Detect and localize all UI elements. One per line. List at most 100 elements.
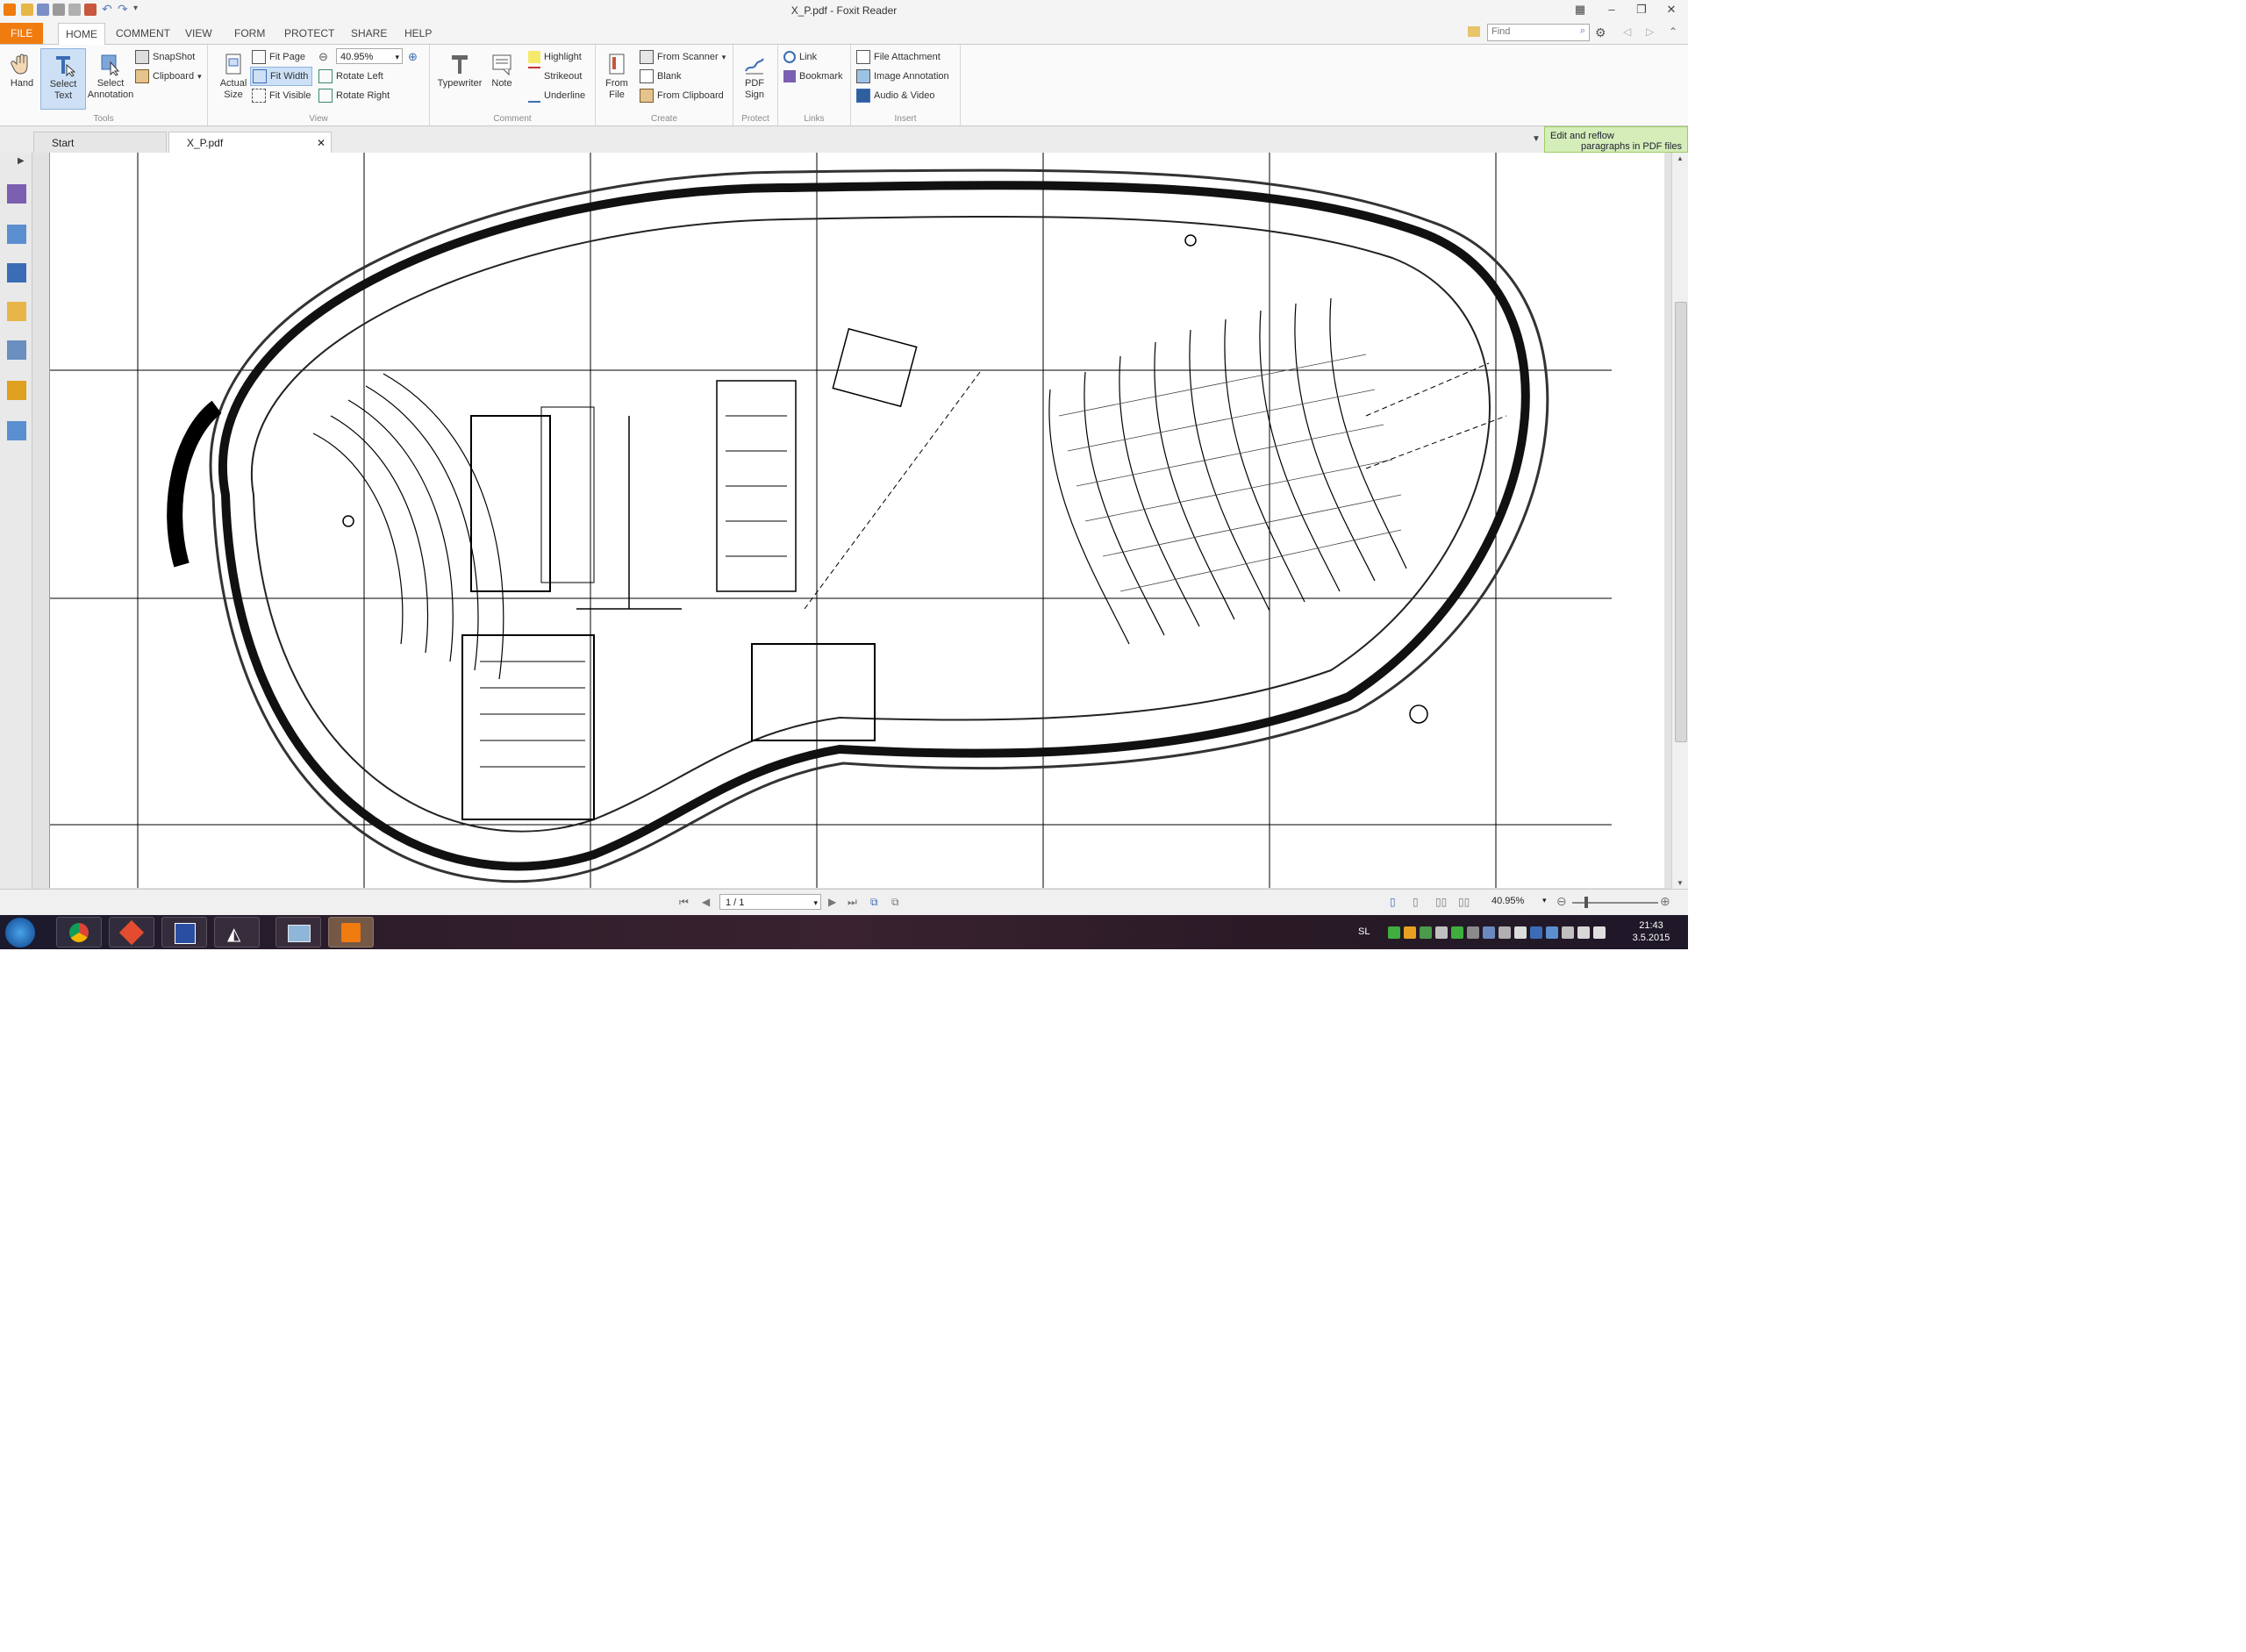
signature-icon[interactable] [7, 421, 26, 440]
status-zoom-value[interactable]: 40.95% [1491, 896, 1524, 906]
collapse-ribbon-icon[interactable]: ⌃ [1669, 25, 1677, 38]
attachments-icon[interactable] [7, 340, 26, 360]
tray-icon-8[interactable] [1499, 926, 1511, 939]
continuous-page-icon[interactable]: ▯ [1413, 896, 1419, 908]
previous-page-icon[interactable]: ◀ [702, 896, 710, 908]
taskbar-git[interactable] [109, 917, 154, 948]
actual-size-button[interactable]: Actual Size [211, 48, 255, 108]
clipboard-button[interactable]: Clipboard ▾ [135, 68, 202, 85]
layout-icon[interactable]: ▦ [1570, 3, 1590, 17]
back-arrow-icon[interactable]: ◁ [1623, 25, 1631, 38]
network-icon[interactable] [1577, 926, 1590, 939]
tray-icon-9[interactable] [1514, 926, 1527, 939]
scroll-thumb[interactable] [1675, 302, 1687, 742]
tray-icon-7[interactable] [1483, 926, 1495, 939]
document-view[interactable] [32, 153, 1671, 889]
note-button[interactable]: Note [484, 48, 519, 108]
tray-icon-12[interactable] [1562, 926, 1574, 939]
vertical-scrollbar[interactable]: ▲ ▼ [1671, 153, 1688, 889]
highlight-button[interactable]: Highlight [528, 48, 582, 66]
tab-protect[interactable]: PROTECT [277, 25, 341, 42]
fit-width-button[interactable]: Fit Width [250, 67, 313, 86]
scroll-up-icon[interactable]: ▲ [1677, 154, 1684, 162]
zoom-in-icon[interactable]: ⊕ [408, 50, 418, 64]
page-number-input[interactable]: 1 / 1 ▾ [719, 894, 821, 910]
pages-icon[interactable] [7, 225, 26, 244]
zoom-in-icon[interactable]: ⊕ [1660, 894, 1670, 909]
taskbar-app[interactable] [161, 917, 207, 948]
tab-start[interactable]: Start [33, 132, 167, 153]
expand-panel-icon[interactable]: ▶ [18, 156, 25, 166]
promo-banner[interactable]: Edit and reflow paragraphs in PDF files [1544, 126, 1688, 153]
forward-arrow-icon[interactable]: ▷ [1646, 25, 1654, 38]
close-button[interactable]: ✕ [1662, 3, 1681, 17]
minimize-button[interactable]: – [1602, 3, 1621, 17]
fit-page-button[interactable]: Fit Page [252, 48, 305, 66]
layers-icon[interactable] [7, 263, 26, 282]
tab-view[interactable]: VIEW [178, 25, 219, 42]
tray-icon-6[interactable] [1467, 926, 1479, 939]
restore-button[interactable]: ❐ [1632, 3, 1651, 17]
rotate-right-button[interactable]: Rotate Right [318, 87, 390, 104]
scroll-down-icon[interactable]: ▼ [1677, 879, 1684, 887]
bookmark-button[interactable]: Bookmark [783, 68, 843, 85]
tab-document[interactable]: X_P.pdf ✕ [168, 132, 332, 153]
facing-page-icon[interactable]: ▯▯ [1435, 896, 1447, 908]
tray-icon-3[interactable] [1420, 926, 1432, 939]
strikeout-button[interactable]: Strikeout [528, 67, 582, 85]
rotate-left-button[interactable]: Rotate Left [318, 68, 383, 85]
link-button[interactable]: Link [783, 48, 817, 66]
select-annotation-button[interactable]: Select Annotation [82, 48, 139, 108]
next-page-icon[interactable]: ▶ [828, 896, 836, 908]
tab-share[interactable]: SHARE [344, 25, 394, 42]
hand-button[interactable]: Hand [0, 48, 44, 108]
blank-button[interactable]: Blank [640, 68, 682, 85]
snapshot-button[interactable]: SnapShot [135, 48, 195, 66]
zoom-out-icon[interactable]: ⊖ [1556, 894, 1567, 909]
audio-video-button[interactable]: Audio & Video [856, 87, 935, 104]
tab-home[interactable]: HOME [58, 23, 105, 45]
from-clipboard-button[interactable]: From Clipboard [640, 87, 724, 104]
taskbar-clock[interactable]: 21:43 3.5.2015 [1621, 919, 1681, 944]
tray-icon-2[interactable] [1404, 926, 1416, 939]
single-page-icon[interactable]: ▯ [1390, 896, 1396, 908]
tray-icon-11[interactable] [1546, 926, 1558, 939]
tray-icon-1[interactable] [1388, 926, 1400, 939]
close-tab-icon[interactable]: ✕ [317, 132, 325, 154]
zoom-select[interactable]: 40.95% ▾ [336, 48, 403, 64]
select-text-button[interactable]: Select Text [40, 48, 86, 110]
fit-visible-button[interactable]: Fit Visible [252, 87, 311, 104]
comments-icon[interactable] [7, 302, 26, 321]
zoom-dropdown-icon[interactable]: ▾ [1542, 896, 1547, 905]
first-page-icon[interactable]: ⏮ [679, 896, 689, 909]
last-page-icon[interactable]: ⏭ [848, 896, 857, 909]
pdf-sign-button[interactable]: PDF Sign [733, 48, 776, 108]
tab-help[interactable]: HELP [397, 25, 439, 42]
from-file-button[interactable]: From File [597, 48, 636, 108]
gear-icon[interactable]: ⚙ [1595, 25, 1606, 40]
find-folder-icon[interactable] [1468, 26, 1480, 37]
tray-icon-10[interactable] [1530, 926, 1542, 939]
search-input[interactable] [1488, 25, 1569, 39]
file-attachment-button[interactable]: File Attachment [856, 48, 941, 66]
from-scanner-button[interactable]: From Scanner ▾ [640, 48, 726, 66]
tray-icon-4[interactable] [1435, 926, 1448, 939]
start-button[interactable] [5, 918, 35, 948]
underline-button[interactable]: Underline [528, 87, 585, 104]
tab-form[interactable]: FORM [227, 25, 272, 42]
taskbar-foxit[interactable] [328, 917, 374, 948]
language-indicator[interactable]: SL [1358, 926, 1370, 937]
zoom-slider-handle[interactable] [1584, 897, 1588, 908]
continuous-facing-icon[interactable]: ▯▯ [1458, 896, 1470, 908]
volume-icon[interactable] [1593, 926, 1606, 939]
bookmarks-icon[interactable] [7, 184, 26, 204]
zoom-out-icon[interactable]: ⊖ [318, 50, 328, 64]
taskbar-explorer[interactable] [275, 917, 321, 948]
search-icon[interactable]: ⌕ [1580, 25, 1585, 37]
tray-icon-5[interactable] [1451, 926, 1463, 939]
tab-list-chevron-icon[interactable]: ▼ [1532, 134, 1541, 144]
image-annotation-button[interactable]: Image Annotation [856, 68, 949, 85]
previous-view-icon[interactable]: ⧉ [870, 896, 878, 909]
security-lock-icon[interactable] [7, 381, 26, 400]
tab-comment[interactable]: COMMENT [109, 25, 177, 42]
